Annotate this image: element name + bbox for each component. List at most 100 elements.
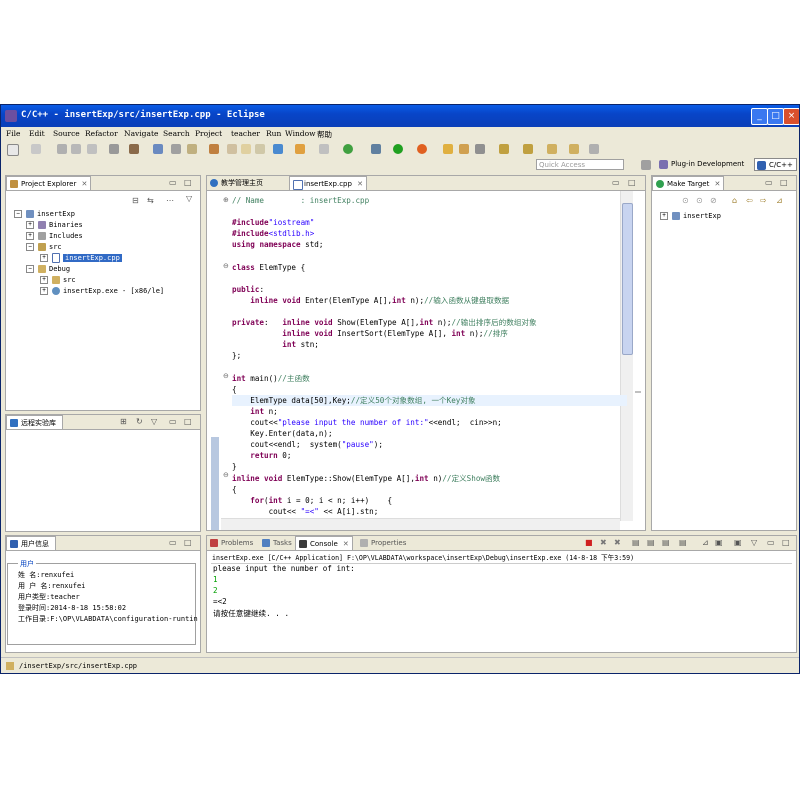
code-line[interactable]: return 0; [232, 450, 291, 461]
menu-help[interactable]: 帮助 [317, 129, 332, 140]
fold-icon[interactable]: ⊖ [223, 471, 229, 479]
print-icon[interactable] [87, 144, 97, 154]
home-icon[interactable]: ⌂ [732, 196, 737, 205]
clear-console-icon[interactable]: ▤ [632, 538, 640, 547]
open-perspective-icon[interactable] [641, 160, 651, 170]
compare-icon[interactable] [241, 144, 251, 154]
code-line[interactable]: cout<< "=<" << A[i].stn; [232, 506, 379, 517]
prev-annotation-icon[interactable] [523, 144, 533, 154]
menu-source[interactable]: Source [53, 129, 80, 138]
menu-navigate[interactable]: Navigate [124, 129, 158, 138]
tab-user-info[interactable]: 用户信息 [6, 536, 56, 550]
fold-icon[interactable]: ⊖ [223, 262, 229, 270]
build-target-icon[interactable]: ⊘ [710, 196, 717, 205]
menu-search[interactable]: Search [163, 129, 190, 138]
tree-item-insertexp[interactable]: + insertExp [660, 211, 721, 222]
code-line[interactable]: ElemType data[50],Key;//定义50个对象数组, 一个Key… [232, 394, 627, 406]
terminate-icon[interactable]: ■ [585, 538, 593, 547]
tab-problems[interactable]: Problems [207, 536, 257, 550]
code-line[interactable]: #include<stdlib.h> [232, 228, 314, 239]
tree-item-debug[interactable]: − Debug [26, 264, 70, 275]
editor-vertical-scrollbar[interactable] [620, 191, 633, 521]
menu-teacher[interactable]: teacher [231, 129, 260, 138]
menu-run[interactable]: Run [266, 129, 281, 138]
code-line[interactable]: int main()//主函数 [232, 373, 310, 384]
filter-icon[interactable]: ⋯ [166, 196, 174, 205]
code-line[interactable]: private: inline void Show(ElemType A[],i… [232, 317, 537, 328]
expand-icon[interactable]: + [40, 287, 48, 295]
new-icon[interactable] [7, 144, 19, 156]
tree-item-insertexp-cpp[interactable]: + insertExp.cpp [40, 253, 122, 264]
view-menu-icon[interactable]: ▽ [151, 417, 157, 426]
close-icon[interactable]: ✕ [343, 537, 349, 551]
view-menu-icon[interactable]: ▽ [751, 538, 757, 547]
expand-icon[interactable]: + [26, 221, 34, 229]
menu-window[interactable]: Window [285, 129, 316, 138]
collapse-all-icon[interactable]: ⊟ [132, 196, 139, 205]
code-line[interactable]: }; [232, 350, 241, 361]
code-line[interactable]: { [232, 484, 237, 495]
tree-item-includes[interactable]: + Includes [26, 231, 83, 242]
minimize-icon[interactable]: ▭ [169, 538, 177, 547]
collapse-icon[interactable]: − [26, 265, 34, 273]
remove-launch-icon[interactable]: ✖ [600, 538, 607, 547]
view-menu-icon[interactable]: ▽ [186, 194, 192, 203]
maximize-icon[interactable]: □ [184, 538, 192, 547]
code-line[interactable]: #include"iostream" [232, 217, 314, 228]
open-console-icon[interactable]: ▣ [734, 538, 742, 547]
code-line[interactable]: int n; [232, 406, 277, 417]
back-icon[interactable]: ⇦ [746, 196, 753, 205]
code-line[interactable]: class ElemType { [232, 262, 305, 273]
menu-file[interactable]: File [6, 129, 20, 138]
search-remote-icon[interactable] [295, 144, 305, 154]
expand-icon[interactable]: + [40, 276, 48, 284]
connect-icon[interactable] [273, 144, 283, 154]
tab-insertexp-cpp[interactable]: insertExp.cpp ✕ [289, 176, 367, 190]
new-folder-icon[interactable] [31, 144, 41, 154]
new-c-project-icon[interactable] [319, 144, 329, 154]
tree-item-debug-src[interactable]: + src [40, 275, 76, 286]
word-wrap-icon[interactable]: ▤ [679, 538, 687, 547]
minimize-icon[interactable]: ▭ [767, 538, 775, 547]
forward-icon[interactable]: ⇨ [760, 196, 767, 205]
code-line[interactable]: inline void Enter(ElemType A[],int n);//… [232, 295, 509, 306]
toggle-comment-icon[interactable] [227, 144, 237, 154]
pin-icon[interactable] [589, 144, 599, 154]
grid-icon[interactable]: ⊞ [120, 417, 127, 426]
remove-all-icon[interactable]: ✖ [614, 538, 621, 547]
quick-access-input[interactable]: Quick Access [536, 159, 624, 170]
close-icon[interactable]: ✕ [81, 177, 87, 191]
maximize-icon[interactable]: □ [782, 538, 790, 547]
scroll-thumb[interactable] [622, 203, 633, 355]
menu-project[interactable]: Project [195, 129, 222, 138]
minimize-icon[interactable]: ▭ [612, 178, 620, 187]
tab-remote-lab[interactable]: 远程实验库 [6, 415, 63, 429]
fold-icon[interactable]: ⊕ [223, 196, 229, 204]
tab-tasks[interactable]: Tasks [259, 536, 296, 550]
tab-project-explorer[interactable]: Project Explorer ✕ [6, 176, 92, 191]
build-settings-icon[interactable] [109, 144, 119, 154]
fold-icon[interactable]: ⊖ [223, 372, 229, 380]
menu-edit[interactable]: Edit [29, 129, 45, 138]
expand-icon[interactable]: + [26, 232, 34, 240]
code-line[interactable]: for(int i = 0; i < n; i++) { [232, 495, 392, 506]
collapse-icon[interactable]: − [26, 243, 34, 251]
tab-properties[interactable]: Properties [357, 536, 410, 550]
minimize-icon[interactable]: ▭ [169, 417, 177, 426]
maximize-button[interactable]: □ [767, 108, 784, 125]
code-line[interactable]: cout<<"please input the number of int:"<… [232, 417, 501, 428]
minimize-button[interactable]: _ [751, 108, 768, 125]
back-icon[interactable] [547, 144, 557, 154]
new-target-icon[interactable]: ⊙ [682, 196, 689, 205]
build-all-icon[interactable] [153, 144, 163, 154]
maximize-icon[interactable]: □ [184, 417, 192, 426]
save-all-icon[interactable] [71, 144, 81, 154]
code-line[interactable]: inline void InsertSort(ElemType A[], int… [232, 328, 508, 339]
display-console-icon[interactable]: ▣ [715, 538, 723, 547]
minimize-icon[interactable]: ▭ [169, 178, 177, 187]
run-coverage-icon[interactable] [343, 144, 353, 154]
tab-make-target[interactable]: Make Target ✕ [652, 176, 725, 190]
hide-icon[interactable]: ⊿ [776, 196, 783, 205]
show-on-output-icon[interactable]: ▤ [662, 538, 670, 547]
tree-item-src[interactable]: − src [26, 242, 62, 253]
